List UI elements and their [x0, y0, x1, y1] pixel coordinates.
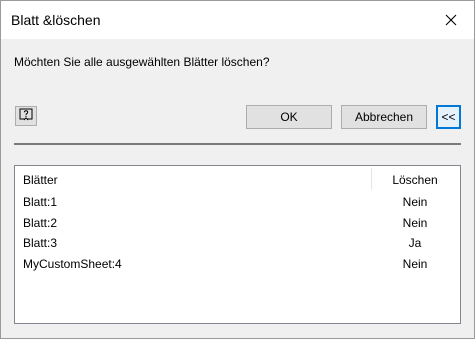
list-rows: Blatt:1 Nein Blatt:2 Nein Blatt:3 Ja MyC… — [15, 192, 460, 274]
window-title: Blatt &löschen — [11, 12, 101, 28]
delete-value[interactable]: Nein — [372, 216, 458, 230]
help-icon — [19, 108, 33, 125]
confirmation-message: Möchten Sie alle ausgewählten Blätter lö… — [14, 55, 270, 69]
list-item[interactable]: Blatt:2 Nein — [15, 213, 460, 234]
list-item[interactable]: Blatt:3 Ja — [15, 233, 460, 254]
sheet-name: MyCustomSheet:4 — [23, 256, 122, 271]
delete-value[interactable]: Nein — [372, 195, 458, 209]
column-header-sheets[interactable]: Blätter — [23, 173, 58, 187]
column-header-delete[interactable]: Löschen — [372, 173, 458, 187]
separator — [14, 143, 461, 145]
list-item[interactable]: MyCustomSheet:4 Nein — [15, 254, 460, 275]
sheets-list[interactable]: Blätter Löschen Blatt:1 Nein Blatt:2 Nei… — [14, 165, 461, 324]
sheet-name: Blatt:1 — [23, 195, 58, 209]
sheet-name: Blatt:2 — [23, 215, 58, 230]
close-icon — [445, 14, 457, 26]
title-bar: Blatt &löschen — [1, 1, 474, 39]
delete-value[interactable]: Ja — [372, 236, 458, 250]
help-button[interactable] — [15, 106, 37, 126]
list-header: Blätter Löschen — [15, 166, 460, 192]
list-item[interactable]: Blatt:1 Nein — [15, 192, 460, 213]
collapse-button[interactable]: << — [436, 105, 461, 129]
ok-button[interactable]: OK — [246, 105, 332, 129]
delete-sheets-dialog: Blatt &löschen Möchten Sie alle ausgewäh… — [0, 0, 475, 339]
sheet-name: Blatt:3 — [23, 236, 58, 250]
delete-value[interactable]: Nein — [372, 257, 458, 271]
close-button[interactable] — [428, 1, 474, 39]
cancel-button[interactable]: Abbrechen — [341, 105, 427, 129]
